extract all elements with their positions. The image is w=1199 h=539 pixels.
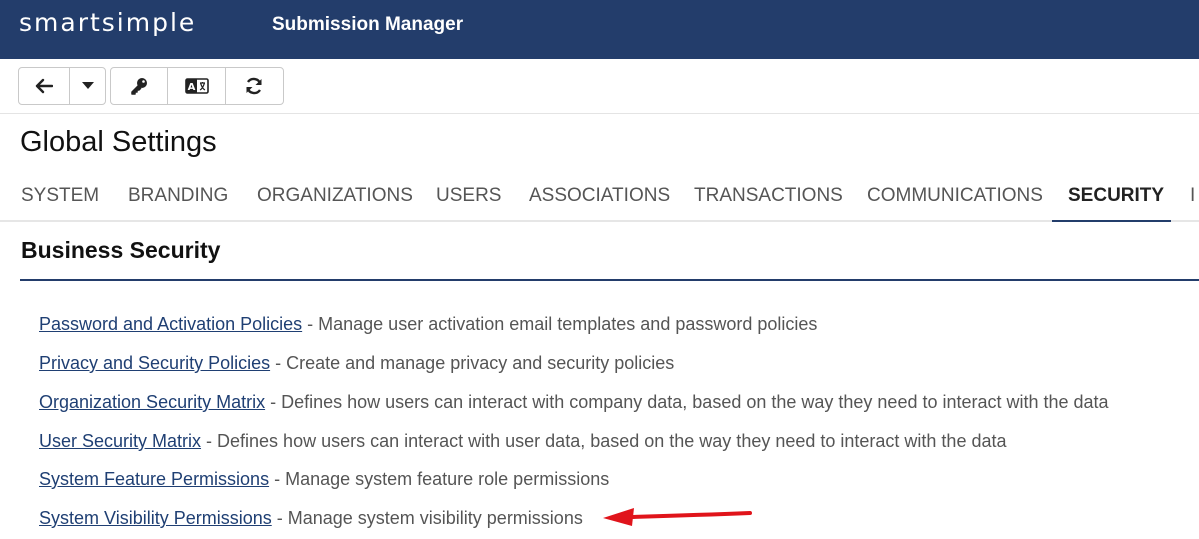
svg-text:A: A	[187, 82, 195, 93]
arrow-left-icon	[36, 78, 54, 94]
app-title[interactable]: Submission Manager	[272, 14, 463, 36]
link-description: - Manage system visibility permissions	[271, 508, 583, 528]
link-description: - Defines how users can interact with us…	[201, 431, 1007, 451]
tab-overflow[interactable]: I	[1190, 174, 1195, 222]
list-item: System Visibility Permissions - Manage s…	[39, 508, 583, 529]
tab-users[interactable]: USERS	[436, 174, 501, 222]
list-item: System Feature Permissions - Manage syst…	[39, 469, 609, 490]
tab-system[interactable]: SYSTEM	[21, 174, 99, 222]
tab-associations[interactable]: ASSOCIATIONS	[529, 174, 670, 222]
back-button[interactable]	[19, 68, 71, 104]
red-arrow-icon	[603, 508, 752, 526]
translate-icon: A	[184, 78, 209, 94]
link-description: - Manage system feature role permissions	[269, 469, 610, 489]
settings-tabs: SYSTEM BRANDING ORGANIZATIONS USERS ASSO…	[0, 174, 1199, 222]
password-activation-policies-link[interactable]: Password and Activation Policies	[39, 314, 302, 334]
link-description: - Create and manage privacy and security…	[270, 353, 675, 373]
list-item: Password and Activation Policies - Manag…	[39, 314, 817, 335]
list-item: Organization Security Matrix - Defines h…	[39, 392, 1109, 413]
section-divider	[20, 279, 1199, 281]
privacy-security-policies-link[interactable]: Privacy and Security Policies	[39, 353, 270, 373]
section-title: Business Security	[21, 237, 221, 263]
page-title: Global Settings	[20, 126, 217, 158]
tab-security[interactable]: SECURITY	[1068, 174, 1164, 222]
tab-transactions[interactable]: TRANSACTIONS	[694, 174, 843, 222]
refresh-button[interactable]	[226, 68, 283, 104]
list-item: Privacy and Security Policies - Create a…	[39, 353, 674, 374]
caret-down-icon	[81, 82, 94, 89]
link-description: - Defines how users can interact with co…	[265, 392, 1109, 412]
organization-security-matrix-link[interactable]: Organization Security Matrix	[39, 392, 265, 412]
refresh-icon	[246, 77, 262, 95]
top-header-bar: smartsimple Submission Manager	[0, 0, 1199, 59]
translate-button[interactable]: A	[168, 68, 226, 104]
link-description: - Manage user activation email templates…	[302, 314, 818, 334]
active-tab-indicator	[1052, 220, 1171, 222]
tab-organizations[interactable]: ORGANIZATIONS	[257, 174, 413, 222]
navigation-button-group	[18, 67, 106, 105]
system-feature-permissions-link[interactable]: System Feature Permissions	[39, 469, 269, 489]
tab-communications[interactable]: COMMUNICATIONS	[867, 174, 1043, 222]
toolbar: A	[0, 59, 1199, 114]
key-icon	[131, 78, 148, 95]
history-dropdown-button[interactable]	[70, 68, 105, 104]
permissions-button[interactable]	[111, 68, 169, 104]
tab-branding[interactable]: BRANDING	[128, 174, 228, 222]
list-item: User Security Matrix - Defines how users…	[39, 431, 1007, 452]
tools-button-group: A	[110, 67, 284, 105]
smartsimple-logo[interactable]: smartsimple	[19, 8, 196, 37]
user-security-matrix-link[interactable]: User Security Matrix	[39, 431, 201, 451]
system-visibility-permissions-link[interactable]: System Visibility Permissions	[39, 508, 272, 528]
